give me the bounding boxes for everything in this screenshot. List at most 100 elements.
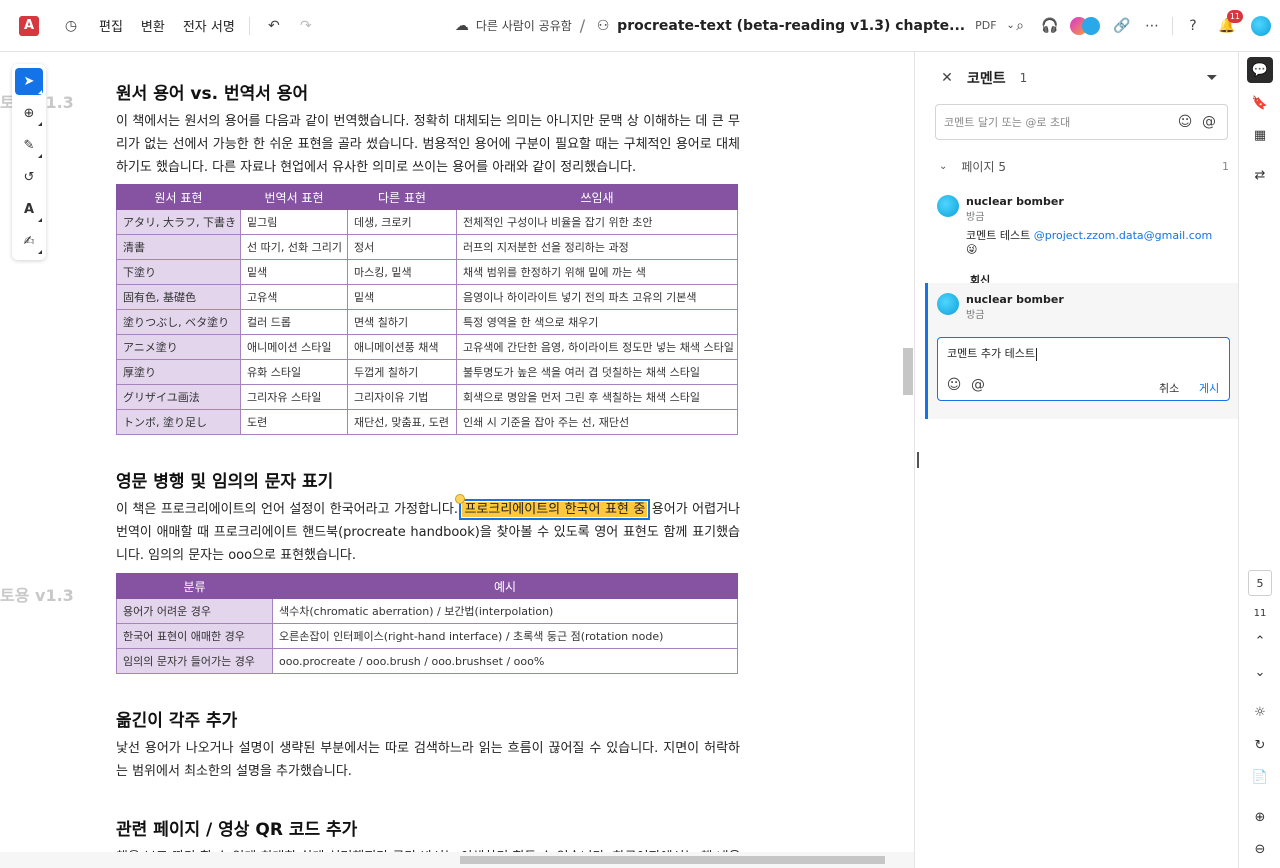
table-cell: 색수차(chromatic aberration) / 보간법(interpol… — [272, 598, 738, 624]
table-cell: 厚塗り — [116, 359, 241, 385]
draw-tool-icon[interactable]: ↺ — [15, 164, 43, 191]
table-cell: 음영이나 하이라이트 넣기 전의 파츠 고유의 기본색 — [456, 284, 738, 310]
comment-thread[interactable]: nuclear bomber 방금 코멘트 테스트 @project.zzom.… — [937, 195, 1227, 288]
reply-author-avatar — [937, 293, 959, 315]
next-page-icon[interactable]: ⌄ — [1247, 659, 1273, 685]
highlight-annotation[interactable]: 프로크리에이트의 한국어 표현 중 — [455, 494, 651, 520]
horizontal-scrollbar[interactable] — [460, 856, 885, 864]
cancel-button[interactable]: 취소 — [1159, 380, 1179, 396]
mention-icon[interactable]: @ — [968, 375, 988, 395]
section-heading: 관련 페이지 / 영상 QR 코드 추가 — [116, 820, 358, 840]
more-icon[interactable]: ⋯ — [1142, 16, 1162, 36]
table-cell: アニメ塗り — [116, 334, 241, 360]
bookmark-icon[interactable]: 🔖 — [1247, 90, 1273, 116]
highlighted-text[interactable]: 프로크리에이트의 한국어 표현 중 — [459, 499, 651, 520]
select-tool-icon[interactable]: ➤ — [15, 68, 43, 95]
comment-emoji: 😜 — [966, 243, 978, 256]
table-cell: 下塗り — [116, 259, 241, 285]
filter-icon[interactable]: ⏷ — [1202, 68, 1222, 88]
shared-label[interactable]: 다른 사람이 공유함 — [476, 17, 572, 34]
table-header: 번역서 표현 — [240, 184, 348, 210]
help-icon[interactable]: ? — [1183, 16, 1203, 36]
comments-count: 1 — [1019, 71, 1028, 85]
ai-assistant-icon[interactable]: ◷ — [61, 16, 81, 36]
table-cell: 재단선, 맞춤표, 도련 — [347, 409, 457, 435]
table-row: 下塗り 밑색 마스킹, 밑색 채색 범위를 한정하기 위해 밑에 까는 색 — [116, 259, 738, 285]
menu-edit[interactable]: 편집 — [99, 16, 123, 35]
highlighter-tool-icon[interactable]: ✎ — [15, 132, 43, 159]
sign-tool-icon[interactable]: ✍ — [15, 228, 43, 255]
reply-author: nuclear bomber — [966, 293, 1064, 306]
close-icon[interactable]: ✕ — [937, 68, 957, 88]
user-avatar[interactable] — [1251, 15, 1271, 36]
reply-draft[interactable]: 코멘트 추가 테스트 — [947, 345, 1037, 361]
table-cell: 채색 범위를 한정하기 위해 밑에 까는 색 — [456, 259, 738, 285]
mention-icon[interactable]: @ — [1199, 112, 1219, 132]
table-row: アタリ, 大ラフ, 下書き 밑그림 데생, 크로키 전체적인 구성이나 비율을 잡기 … — [116, 209, 738, 235]
previous-page-icon[interactable]: ⌃ — [1247, 628, 1273, 654]
emoji-icon[interactable]: ☺ — [944, 375, 964, 395]
comments-title: 코멘트 — [967, 71, 1006, 87]
menu-convert[interactable]: 변환 — [141, 16, 165, 35]
acrobat-logo[interactable]: A — [19, 15, 39, 36]
table-cell: 塗りつぶし, ベタ塗り — [116, 309, 241, 335]
current-page-field[interactable]: 5 — [1248, 570, 1272, 596]
emoji-icon[interactable]: ☺ — [1175, 112, 1195, 132]
comment-text: 코멘트 테스트 — [966, 229, 1031, 242]
table-cell: 清書 — [116, 234, 241, 260]
panel-resize-handle[interactable] — [917, 452, 919, 468]
redo-icon[interactable]: ↷ — [296, 16, 316, 36]
headphones-icon[interactable]: 🎧 — [1040, 16, 1060, 36]
table-header: 쓰임새 — [456, 184, 738, 210]
add-comment-tool-icon[interactable]: ⊕ — [15, 100, 43, 127]
page-group-header[interactable]: ⌄ 페이지 5 1 — [939, 158, 1229, 175]
table-cell: 면색 칠하기 — [347, 309, 457, 335]
table-cell: 애니메이션 스타일 — [240, 334, 348, 360]
reply-input[interactable]: 코멘트 추가 테스트 ☺ @ 취소 게시 — [937, 337, 1230, 401]
table-row: グリザイユ画法 그리자유 스타일 그리자이유 기법 회색으로 명암을 먼저 그린 후 … — [116, 384, 738, 410]
file-type-label: PDF — [975, 19, 997, 32]
collaborators-avatars[interactable] — [1070, 16, 1100, 35]
table-cell: 고유색 — [240, 284, 348, 310]
comment-input-placeholder: 코멘트 달기 또는 @로 초대 — [944, 116, 1071, 129]
zoom-out-icon[interactable]: ⊖ — [1247, 836, 1273, 862]
table-cell: 특정 영역을 한 색으로 채우기 — [456, 309, 738, 335]
page-document-icon[interactable]: 📄 — [1247, 764, 1273, 790]
link-icon[interactable]: 🔗 — [1112, 16, 1132, 36]
zoom-in-icon[interactable]: ⊕ — [1247, 804, 1273, 830]
section-heading: 옮긴이 각주 추가 — [116, 711, 238, 731]
section-heading: 영문 병행 및 임의의 문자 표기 — [116, 472, 334, 492]
shared-users-icon: ⚇ — [596, 17, 610, 34]
vertical-scrollbar[interactable] — [903, 348, 913, 395]
reply-draft-text: 코멘트 추가 테스트 — [947, 347, 1035, 360]
table-cell: 선 따기, 선화 그리기 — [240, 234, 348, 260]
comments-rail-icon[interactable]: 💬 — [1247, 57, 1273, 83]
section-heading: 원서 용어 vs. 번역서 용어 — [116, 84, 309, 104]
bell-icon[interactable]: 🔔 11 — [1217, 9, 1243, 36]
document-title[interactable]: procreate-text (beta-reading v1.3) chapt… — [617, 18, 965, 34]
text-box-tool-icon[interactable]: A — [15, 196, 43, 223]
table-header: 예시 — [272, 573, 738, 599]
thumbnails-icon[interactable]: ▦ — [1247, 122, 1273, 148]
comment-time: 방금 — [966, 212, 985, 223]
table-cell: 고유색에 간단한 음영, 하이라이트 정도만 넣는 채색 스타일 — [456, 334, 738, 360]
table-cell: 도련 — [240, 409, 348, 435]
comment-input[interactable]: 코멘트 달기 또는 @로 초대 ☺ @ — [935, 104, 1228, 140]
post-button[interactable]: 게시 — [1199, 380, 1219, 396]
chevron-down-icon[interactable]: ⌄ — [939, 161, 947, 172]
table-cell: 그리자유 스타일 — [240, 384, 348, 410]
total-pages: 11 — [1253, 608, 1267, 619]
table-cell: 한국어 표현이 애매한 경우 — [116, 623, 273, 649]
rotate-icon[interactable]: ↻ — [1247, 732, 1273, 758]
theme-toggle-icon[interactable]: ☼ — [1247, 699, 1273, 725]
page-group-label: 페이지 5 — [961, 160, 1006, 174]
menu-esign[interactable]: 전자 서명 — [183, 16, 235, 35]
comment-mention[interactable]: @project.zzom.data@gmail.com — [1034, 229, 1212, 242]
comments-header: ✕ 코멘트 1 ⏷ — [925, 64, 1238, 92]
search-icon[interactable]: ⌕ — [1010, 16, 1030, 36]
table-cell: 용어가 어려운 경우 — [116, 598, 273, 624]
table-row: 한국어 표현이 애매한 경우 오른손잡이 인터페이스(right-hand int… — [116, 623, 738, 649]
undo-icon[interactable]: ↶ — [264, 16, 284, 36]
compare-icon[interactable]: ⇄ — [1247, 162, 1273, 188]
table-cell: アタリ, 大ラフ, 下書き — [116, 209, 241, 235]
